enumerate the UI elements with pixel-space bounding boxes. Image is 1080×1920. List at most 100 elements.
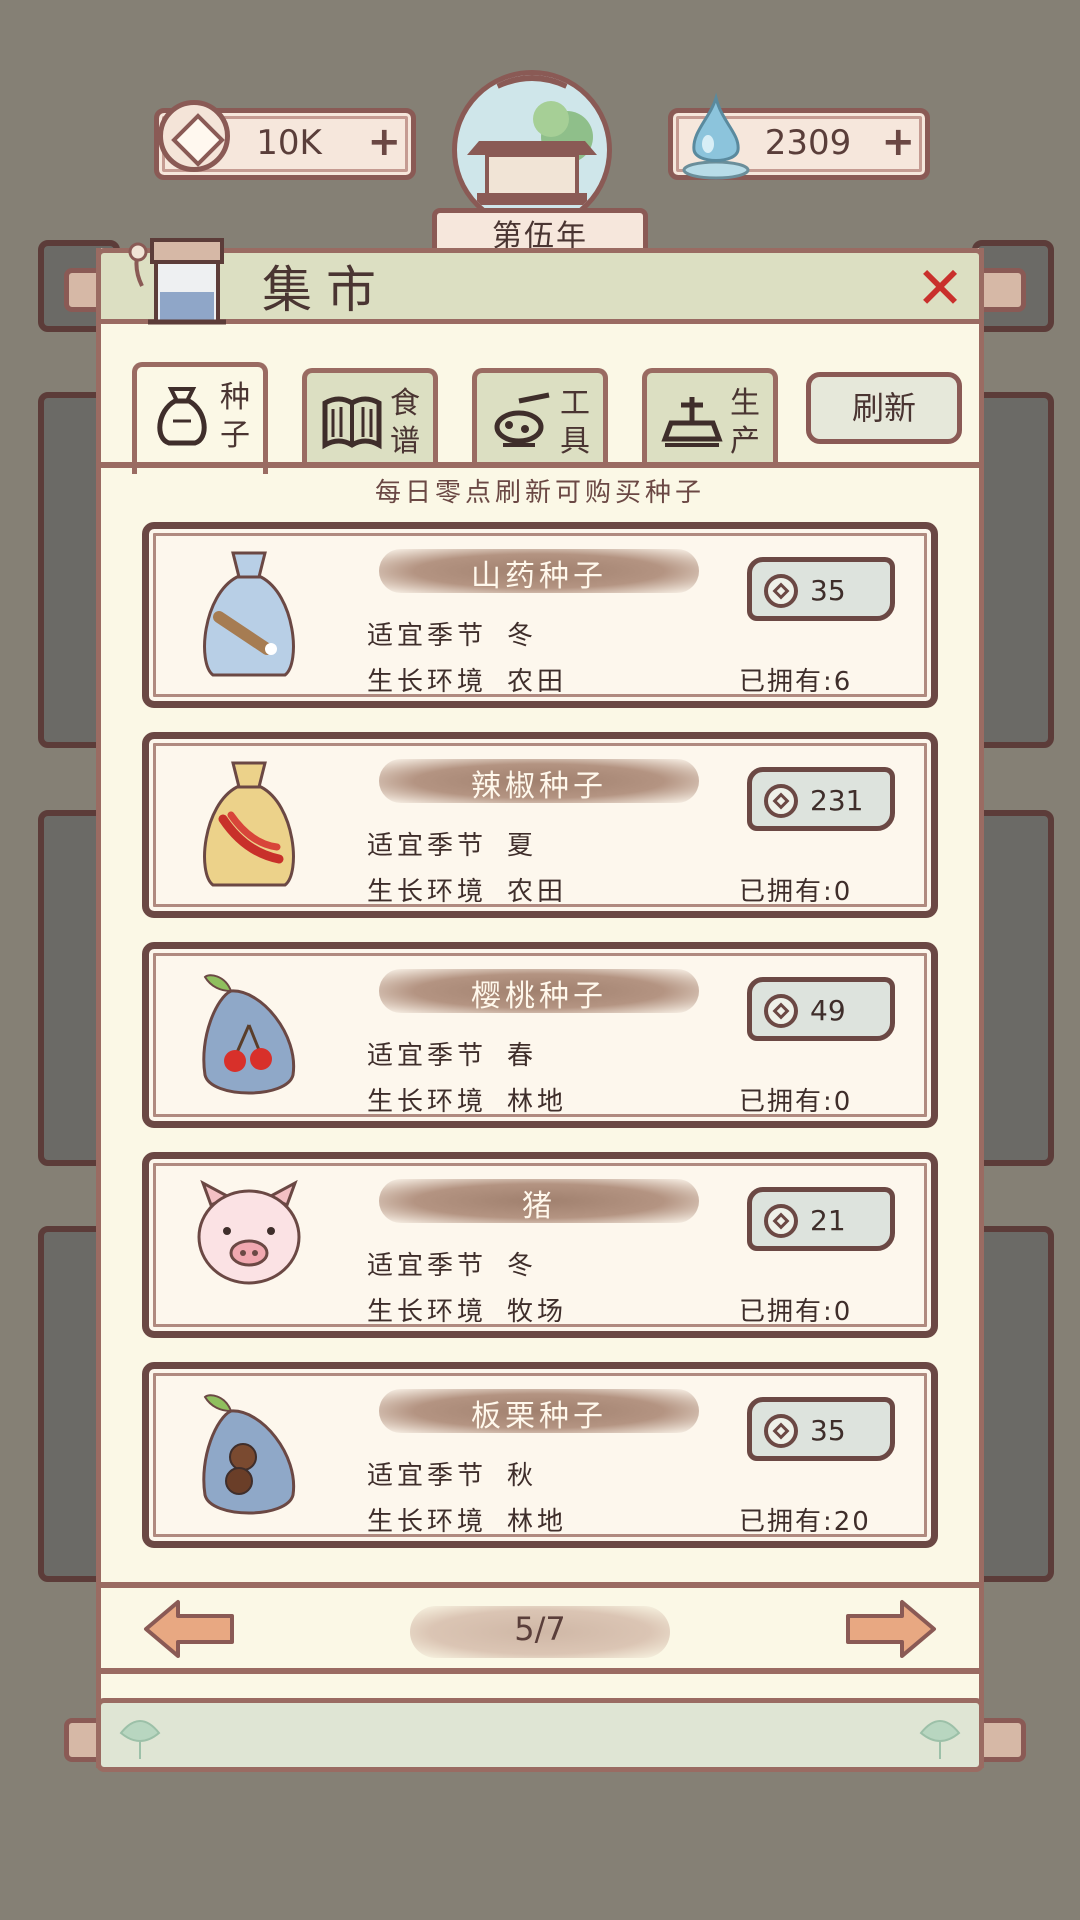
item-name: 猪 <box>522 1189 556 1224</box>
item-name: 辣椒种子 <box>471 769 607 804</box>
shop-item-chestnut-seed[interactable]: 板栗种子 适宜季节秋 生长环境 林地 35 已拥有:20 <box>142 1362 938 1548</box>
season-row: 适宜季节秋 <box>367 1455 537 1492</box>
environment-row: 生长环境 林地 <box>367 1081 567 1118</box>
tab-seeds[interactable]: 种子 <box>132 362 268 474</box>
coin-icon <box>764 1204 798 1238</box>
tab-tools[interactable]: 工具 <box>472 368 608 466</box>
season-row: 适宜季节冬 <box>367 615 537 652</box>
coin-icon <box>764 994 798 1028</box>
environment-label: 生长环境 <box>367 1297 488 1327</box>
ginkgo-leaf-icon <box>119 1720 161 1759</box>
season-label: 适宜季节 <box>367 831 488 861</box>
owned-count: 已拥有:6 <box>739 667 853 697</box>
pig-icon <box>197 1179 301 1285</box>
environment-label: 生长环境 <box>367 1507 488 1537</box>
shop-item-cherry-seed[interactable]: 樱桃种子 适宜季节春 生长环境 林地 49 已拥有:0 <box>142 942 938 1128</box>
cherry-seed-bag-icon <box>202 974 296 1095</box>
environment-label: 生长环境 <box>367 1087 488 1117</box>
tab-recipes-label: 食谱 <box>390 386 420 459</box>
add-gems-icon[interactable]: + <box>881 119 915 165</box>
season-value: 冬 <box>507 1251 538 1281</box>
tab-tools-label: 工具 <box>560 386 590 459</box>
page-indicator: 5/7 <box>514 1610 566 1648</box>
tab-seeds-label: 种子 <box>220 380 250 453</box>
buy-price-button[interactable]: 35 <box>747 1397 895 1461</box>
price-value: 35 <box>810 1414 846 1447</box>
coin-value: 10K <box>256 123 322 163</box>
tab-recipes[interactable]: 食谱 <box>302 368 438 466</box>
owned-count: 已拥有:20 <box>739 1507 871 1537</box>
price-value: 35 <box>810 574 846 607</box>
close-button[interactable]: ✕ <box>912 259 968 318</box>
season-value: 春 <box>507 1041 538 1071</box>
season-value: 秋 <box>507 1461 538 1491</box>
environment-value: 牧场 <box>507 1297 568 1327</box>
environment-row: 生长环境 林地 <box>367 1501 567 1538</box>
bg-panel-right-4 <box>972 1226 1054 1582</box>
bg-panel-right-2 <box>972 392 1054 748</box>
coin-icon <box>764 1414 798 1448</box>
chestnut-seed-bag-icon <box>202 1394 296 1515</box>
year-pavilion-icon <box>452 70 612 230</box>
buy-price-button[interactable]: 35 <box>747 557 895 621</box>
refresh-button[interactable]: 刷新 <box>806 372 962 444</box>
environment-value: 林地 <box>507 1087 568 1117</box>
seed-bag-icon <box>157 387 207 446</box>
season-value: 冬 <box>507 621 538 651</box>
season-row: 适宜季节冬 <box>367 1245 537 1282</box>
prev-page-arrow-icon[interactable] <box>142 1598 236 1660</box>
season-label: 适宜季节 <box>367 1461 488 1491</box>
item-name: 山药种子 <box>471 559 607 594</box>
tab-production[interactable]: 生产 <box>642 368 778 466</box>
gem-value: 2309 <box>764 123 852 163</box>
price-value: 49 <box>810 994 846 1027</box>
bg-panel-right-3 <box>972 810 1054 1166</box>
season-row: 适宜季节夏 <box>367 825 537 862</box>
shop-item-pig[interactable]: 猪 适宜季节冬 生长环境 牧场 21 已拥有:0 <box>142 1152 938 1338</box>
environment-value: 林地 <box>507 1507 568 1537</box>
environment-row: 生长环境 农田 <box>367 871 567 908</box>
season-label: 适宜季节 <box>367 621 488 651</box>
season-label: 适宜季节 <box>367 1041 488 1071</box>
shop-item-yam-seed[interactable]: 山药种子 适宜季节冬 生长环境 农田 35 已拥有:6 <box>142 522 938 708</box>
coin-icon <box>764 784 798 818</box>
add-coins-icon[interactable]: + <box>367 119 401 165</box>
production-icon <box>661 397 723 447</box>
buy-price-button[interactable]: 49 <box>747 977 895 1041</box>
coin-icon <box>764 574 798 608</box>
recipe-book-icon <box>322 396 382 450</box>
price-value: 21 <box>810 1204 846 1237</box>
owned-count: 已拥有:0 <box>739 877 853 907</box>
item-name: 板栗种子 <box>471 1399 607 1434</box>
owned-count: 已拥有:0 <box>739 1297 853 1327</box>
environment-label: 生长环境 <box>367 667 488 697</box>
next-page-arrow-icon[interactable] <box>844 1598 938 1660</box>
refresh-notice: 每日零点刷新可购买种子 <box>374 478 705 508</box>
coin-icon <box>158 100 230 172</box>
environment-label: 生长环境 <box>367 877 488 907</box>
tab-divider <box>96 462 984 468</box>
tab-production-label: 生产 <box>730 386 760 459</box>
season-row: 适宜季节春 <box>367 1035 537 1072</box>
buy-price-button[interactable]: 231 <box>747 767 895 831</box>
water-drop-icon <box>682 92 750 180</box>
owned-count: 已拥有:0 <box>739 1087 853 1117</box>
tools-icon <box>494 392 550 447</box>
price-value: 231 <box>810 784 864 817</box>
market-stall-icon <box>128 238 226 325</box>
bottom-scroll-band <box>96 1698 984 1772</box>
yam-seed-bag-icon <box>203 551 295 677</box>
season-value: 夏 <box>507 831 538 861</box>
environment-value: 农田 <box>507 667 568 697</box>
pager-top-divider <box>96 1582 984 1588</box>
chili-seed-bag-icon <box>203 761 295 887</box>
shop-item-chili-seed[interactable]: 辣椒种子 适宜季节夏 生长环境 农田 231 已拥有:0 <box>142 732 938 918</box>
pager-bottom-divider <box>96 1668 984 1674</box>
environment-value: 农田 <box>507 877 568 907</box>
market-title: 集市 <box>262 261 390 319</box>
environment-row: 生长环境 牧场 <box>367 1291 567 1328</box>
environment-row: 生长环境 农田 <box>367 661 567 698</box>
season-label: 适宜季节 <box>367 1251 488 1281</box>
ginkgo-leaf-icon <box>919 1720 961 1759</box>
buy-price-button[interactable]: 21 <box>747 1187 895 1251</box>
